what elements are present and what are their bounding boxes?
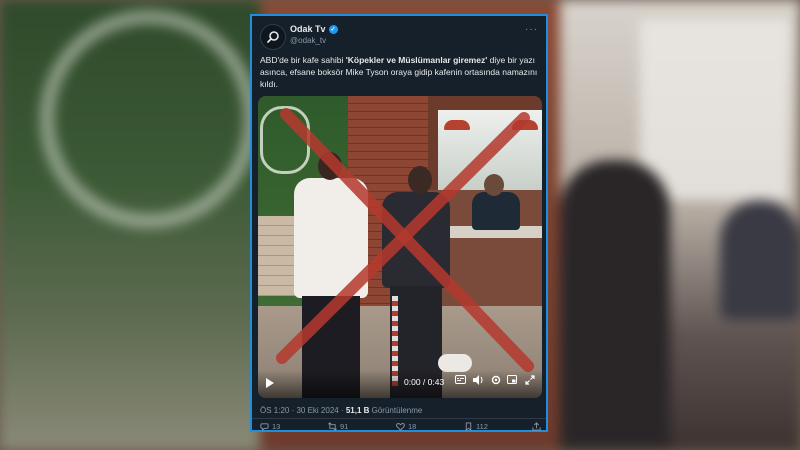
settings-icon[interactable] xyxy=(490,375,502,387)
tweet-actions: 13 91 18 112 xyxy=(260,422,542,432)
tweet-timestamp[interactable]: ÖS 1:20 · 30 Eki 2024 · xyxy=(260,406,346,415)
bookmark-count: 112 xyxy=(476,422,488,431)
avatar[interactable] xyxy=(260,24,286,50)
more-options-icon[interactable]: ··· xyxy=(525,24,538,35)
views-count: 51,1 B xyxy=(345,406,370,415)
like-button[interactable]: 18 xyxy=(396,422,416,431)
fullscreen-icon[interactable] xyxy=(524,375,536,387)
tweet-text-bold: 'Köpekler ve Müslümanlar giremez' xyxy=(345,55,488,65)
video-timecode: 0:00 / 0:43 xyxy=(404,377,445,387)
share-icon xyxy=(532,422,541,431)
bookmark-button[interactable]: 112 xyxy=(464,422,488,431)
verified-badge-icon: ✓ xyxy=(328,24,338,34)
bg-person xyxy=(560,160,670,450)
reply-button[interactable]: 13 xyxy=(260,422,280,431)
retweet-count: 91 xyxy=(340,422,349,431)
volume-icon[interactable] xyxy=(472,375,484,387)
bg-window xyxy=(640,20,790,200)
heart-icon xyxy=(396,423,405,431)
play-icon[interactable] xyxy=(266,378,274,388)
reply-icon xyxy=(260,423,269,431)
video-controls: 0:00 / 0:43 xyxy=(258,370,542,398)
account-name-row[interactable]: Odak Tv ✓ xyxy=(290,24,338,34)
bg-person-seated xyxy=(720,200,800,320)
divider xyxy=(252,418,546,419)
retweet-icon xyxy=(328,422,337,431)
tweet-card: Odak Tv ✓ @odak_tv ··· ABD'de bir kafe s… xyxy=(250,14,548,432)
red-x-overlay-icon xyxy=(276,108,534,372)
share-button[interactable] xyxy=(532,422,541,431)
video-player[interactable]: 0:00 / 0:43 xyxy=(258,96,542,398)
tweet-meta: ÖS 1:20 · 30 Eki 2024 · 51,1 B Görüntüle… xyxy=(260,406,422,415)
account-handle[interactable]: @odak_tv xyxy=(290,36,326,45)
magnifier-logo-icon xyxy=(267,31,279,43)
account-name[interactable]: Odak Tv xyxy=(290,24,326,34)
bg-logo-shape xyxy=(40,10,258,228)
reply-count: 13 xyxy=(272,422,281,431)
pip-icon[interactable] xyxy=(506,375,518,387)
tweet-header: Odak Tv ✓ @odak_tv ··· xyxy=(260,22,538,54)
captions-icon[interactable] xyxy=(454,375,466,387)
retweet-button[interactable]: 91 xyxy=(328,422,348,431)
tweet-text-before: ABD'de bir kafe sahibi xyxy=(260,55,346,65)
like-count: 18 xyxy=(408,422,417,431)
views-label: Görüntülenme xyxy=(369,406,423,415)
bookmark-icon xyxy=(465,422,472,431)
tweet-text: ABD'de bir kafe sahibi 'Köpekler ve Müsl… xyxy=(260,54,542,90)
